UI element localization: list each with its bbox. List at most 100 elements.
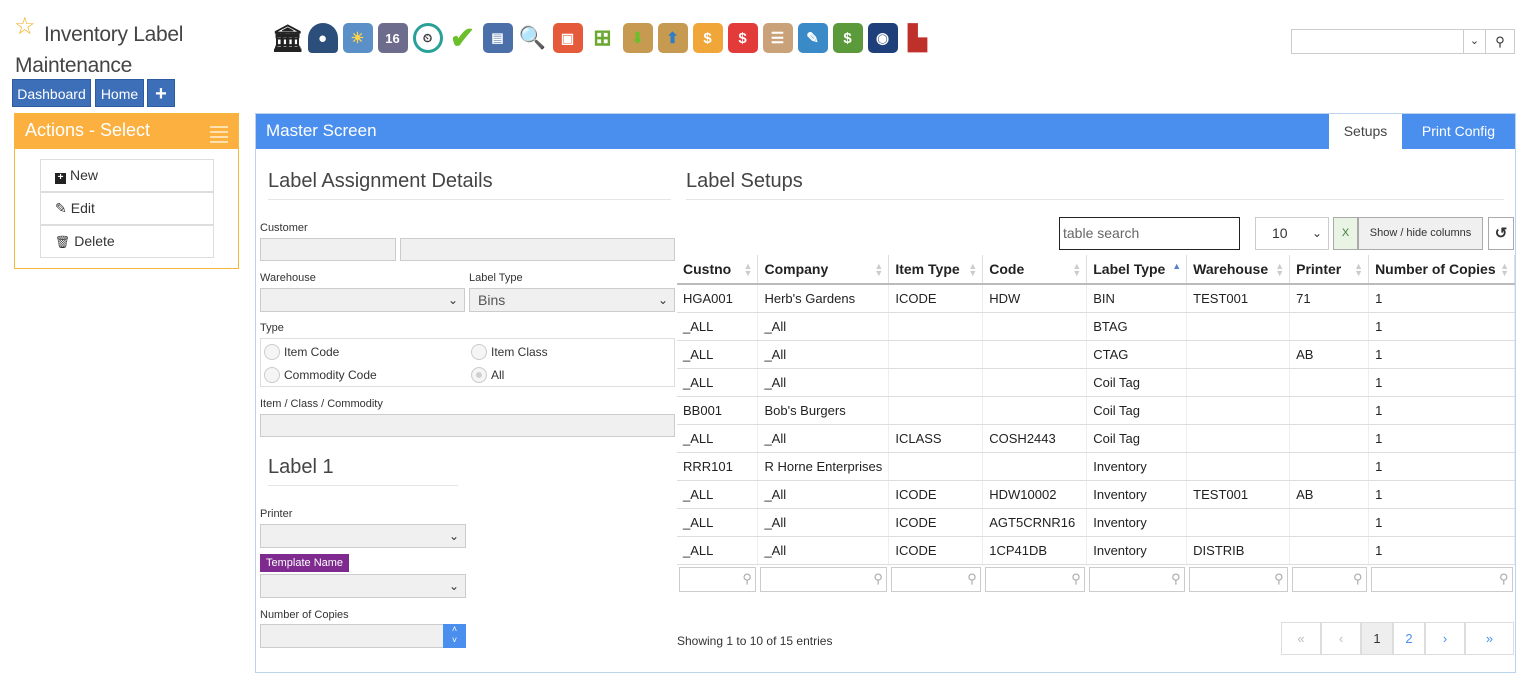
tab-setups[interactable]: Setups [1329, 114, 1402, 149]
keyboard-icon[interactable]: ▤ [480, 20, 515, 56]
new-button[interactable]: + New [40, 159, 214, 192]
table-cell: 1 [1368, 312, 1515, 341]
table-row[interactable]: _ALL _All Coil Tag 1 [677, 368, 1515, 397]
copies-field[interactable] [260, 624, 444, 648]
sort-icon[interactable]: ▲ ▼ [968, 262, 977, 278]
radio-all[interactable]: All [471, 367, 504, 383]
magnifier-icon[interactable]: 🔍 [515, 20, 550, 56]
sort-icon[interactable]: ▲ ▼ [1275, 262, 1284, 278]
refresh-icon[interactable]: ↺ [1488, 217, 1514, 250]
add-button[interactable]: + [147, 79, 175, 107]
chat-dollar-icon[interactable]: $ [725, 20, 760, 56]
pager-last[interactable]: » [1465, 622, 1514, 655]
chevron-down-icon[interactable]: ˅ [443, 635, 466, 646]
edit-button[interactable]: ✎ Edit [40, 192, 214, 225]
show-hide-columns-button[interactable]: Show / hide columns [1358, 217, 1483, 250]
box-down-icon[interactable]: ⬇ [620, 20, 655, 56]
column-filter-input[interactable] [1370, 566, 1513, 592]
table-row[interactable]: _ALL _All ICODE AGT5CRNR16 Inventory 1 [677, 508, 1515, 537]
type-label: Type [260, 322, 284, 334]
bus-icon[interactable]: ▣ [550, 20, 585, 56]
tab-print-config[interactable]: Print Config [1402, 114, 1515, 149]
excel-export-icon[interactable]: X [1333, 217, 1358, 250]
pager-page-2[interactable]: 2 [1393, 622, 1425, 655]
checkmark-icon[interactable]: ✔ [445, 20, 480, 56]
clipboard-icon[interactable]: ☰ [760, 20, 795, 56]
table-cell: RRR101 [677, 452, 759, 481]
pencil-icon[interactable]: ✎ [795, 20, 830, 56]
sort-icon[interactable]: ▲ ▼ [744, 262, 753, 278]
hand-money-icon[interactable]: $ [690, 20, 725, 56]
column-filter-input[interactable] [1291, 566, 1367, 592]
factory-icon[interactable]: ▙ [900, 20, 935, 56]
table-row[interactable]: RRR101 R Horne Enterprises Inventory 1 [677, 452, 1515, 481]
column-filter-input[interactable] [890, 566, 981, 592]
column-filter-input[interactable] [679, 566, 756, 592]
column-header[interactable]: Company ▲ ▼ [757, 255, 890, 285]
pager-prev[interactable]: ‹ [1321, 622, 1361, 655]
chevron-down-icon[interactable]: ⌄ [1464, 29, 1486, 54]
column-filter-input[interactable] [1188, 566, 1288, 592]
template-select[interactable]: ⌄ [260, 574, 466, 598]
money-icon[interactable]: $ [830, 20, 865, 56]
sort-icon[interactable]: ▲ ▼ [1354, 262, 1363, 278]
table-row[interactable]: _ALL _All BTAG 1 [677, 312, 1515, 341]
copies-stepper[interactable]: ˄ ˅ [443, 624, 466, 648]
table-cell: 1 [1368, 284, 1515, 313]
pager-page-1[interactable]: 1 [1361, 622, 1393, 655]
clock-icon[interactable]: ⏲ [410, 20, 445, 56]
bank-icon[interactable]: 🏛 [270, 20, 305, 56]
column-header[interactable]: Printer ▲ ▼ [1289, 255, 1370, 285]
delete-button[interactable]: 🗑 Delete [40, 225, 214, 258]
phonebook-icon[interactable]: ◉ [865, 20, 900, 56]
column-header[interactable]: Code ▲ ▼ [982, 255, 1088, 285]
table-search-input[interactable]: table search [1059, 217, 1240, 250]
basket-icon[interactable]: ⊞ [585, 20, 620, 56]
sort-icon[interactable]: ▲ ▼ [1500, 262, 1509, 278]
column-header[interactable]: Label Type ▲ [1086, 255, 1188, 285]
table-row[interactable]: _ALL _All ICODE HDW10002 Inventory TEST001 AB 1 [677, 480, 1515, 509]
master-title: Master Screen [266, 121, 377, 140]
table-row[interactable]: HGA001 Herb's Gardens ICODE HDW BIN TEST001 71… [677, 284, 1515, 313]
radio-commodity-code[interactable]: Commodity Code [264, 367, 377, 383]
search-icon[interactable]: ⚲ [1486, 29, 1515, 54]
page-length-select[interactable]: 10 ⌄ [1255, 217, 1329, 250]
column-filter-input[interactable] [1088, 566, 1185, 592]
item-class-commodity-field[interactable] [260, 414, 675, 437]
table-row[interactable]: _ALL _All ICODE 1CP41DB Inventory DISTRIB 1 [677, 536, 1515, 565]
warehouse-select[interactable]: ⌄ [260, 288, 465, 312]
radio-item-class[interactable]: Item Class [471, 344, 548, 360]
calendar-icon[interactable]: 16 [375, 20, 410, 56]
table-row[interactable]: BB001 Bob's Burgers Coil Tag 1 [677, 396, 1515, 425]
table-cell: AB [1289, 480, 1370, 509]
column-header[interactable]: Warehouse ▲ ▼ [1186, 255, 1291, 285]
pager-first[interactable]: « [1281, 622, 1321, 655]
home-button[interactable]: Home [95, 79, 144, 107]
chevron-up-icon[interactable]: ˄ [443, 624, 466, 635]
user-icon[interactable]: ● [305, 20, 340, 56]
printer-select[interactable]: ⌄ [260, 524, 466, 548]
weather-icon[interactable]: ☀ [340, 20, 375, 56]
template-name-label: Template Name [260, 554, 350, 572]
label-type-select[interactable]: Bins ⌄ [469, 288, 675, 312]
radio-item-code[interactable]: Item Code [264, 344, 339, 360]
column-filter-input[interactable] [984, 566, 1085, 592]
dashboard-button[interactable]: Dashboard [12, 79, 91, 107]
customer-code-field[interactable] [260, 238, 396, 261]
sort-icon[interactable]: ▲ ▼ [1072, 262, 1081, 278]
setups-heading: Label Setups [686, 170, 1504, 200]
sort-icon[interactable]: ▲ [1172, 262, 1181, 271]
column-header[interactable]: Number of Copies ▲ ▼ [1368, 255, 1515, 285]
box-up-icon[interactable]: ⬆ [655, 20, 690, 56]
column-header[interactable]: Custno ▲ ▼ [677, 255, 759, 285]
global-search-input[interactable] [1291, 29, 1464, 54]
table-row[interactable]: _ALL _All CTAG AB 1 [677, 340, 1515, 369]
column-header[interactable]: Item Type ▲ ▼ [888, 255, 984, 285]
column-filter-input[interactable] [759, 566, 887, 592]
customer-name-field[interactable] [400, 238, 675, 261]
actions-header[interactable]: Actions - Select [15, 114, 238, 149]
table-row[interactable]: _ALL _All ICLASS COSH2443 Coil Tag 1 [677, 424, 1515, 453]
pager-next[interactable]: › [1425, 622, 1465, 655]
menu-icon[interactable] [210, 126, 228, 146]
sort-icon[interactable]: ▲ ▼ [874, 262, 883, 278]
